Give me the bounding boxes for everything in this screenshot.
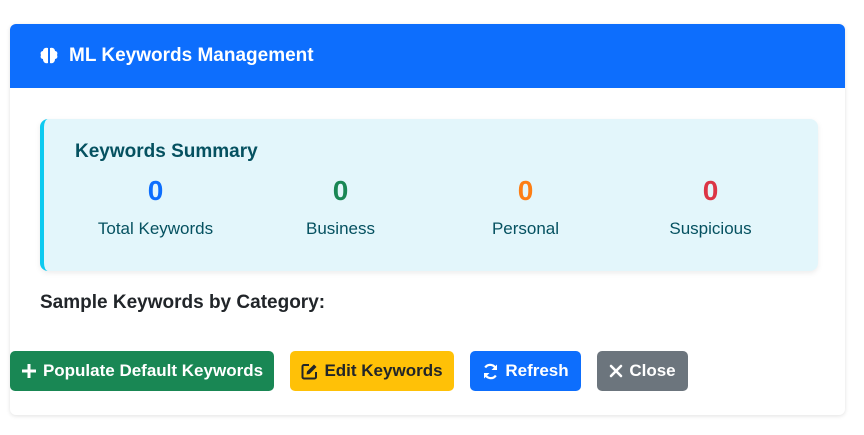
- stat-total-label: Total Keywords: [97, 219, 214, 238]
- close-button[interactable]: Close: [597, 351, 688, 391]
- edit-keywords-button[interactable]: Edit Keywords: [290, 351, 454, 391]
- edit-icon: [301, 363, 318, 379]
- stat-business-label: Business: [306, 219, 375, 238]
- modal-title: ML Keywords Management: [69, 45, 314, 66]
- sample-keywords-heading: Sample Keywords by Category:: [40, 292, 326, 313]
- stat-business: 0 Business: [248, 175, 433, 239]
- stat-suspicious: 0 Suspicious: [618, 175, 803, 239]
- stat-business-value: 0: [332, 175, 349, 206]
- close-button-label: Close: [629, 361, 676, 380]
- refresh-icon: [484, 363, 498, 379]
- modal-header: ML Keywords Management: [10, 24, 845, 88]
- stat-suspicious-value: 0: [702, 175, 719, 206]
- stat-personal-label: Personal: [491, 219, 560, 238]
- plus-icon: [21, 364, 36, 378]
- keywords-summary-panel: Keywords Summary 0 Total Keywords 0 Busi…: [40, 119, 818, 271]
- stat-total-value: 0: [147, 175, 164, 206]
- summary-title: Keywords Summary: [75, 141, 258, 162]
- refresh-button[interactable]: Refresh: [470, 351, 581, 391]
- brain-icon: [38, 45, 60, 67]
- refresh-button-label: Refresh: [505, 361, 569, 380]
- stat-total-keywords: 0 Total Keywords: [63, 175, 248, 239]
- stat-suspicious-label: Suspicious: [669, 219, 752, 238]
- populate-default-keywords-button[interactable]: Populate Default Keywords: [10, 351, 274, 391]
- stat-personal: 0 Personal: [433, 175, 618, 239]
- close-icon: [610, 364, 623, 378]
- populate-button-label: Populate Default Keywords: [42, 361, 264, 380]
- stat-personal-value: 0: [517, 175, 534, 206]
- edit-button-label: Edit Keywords: [324, 361, 443, 380]
